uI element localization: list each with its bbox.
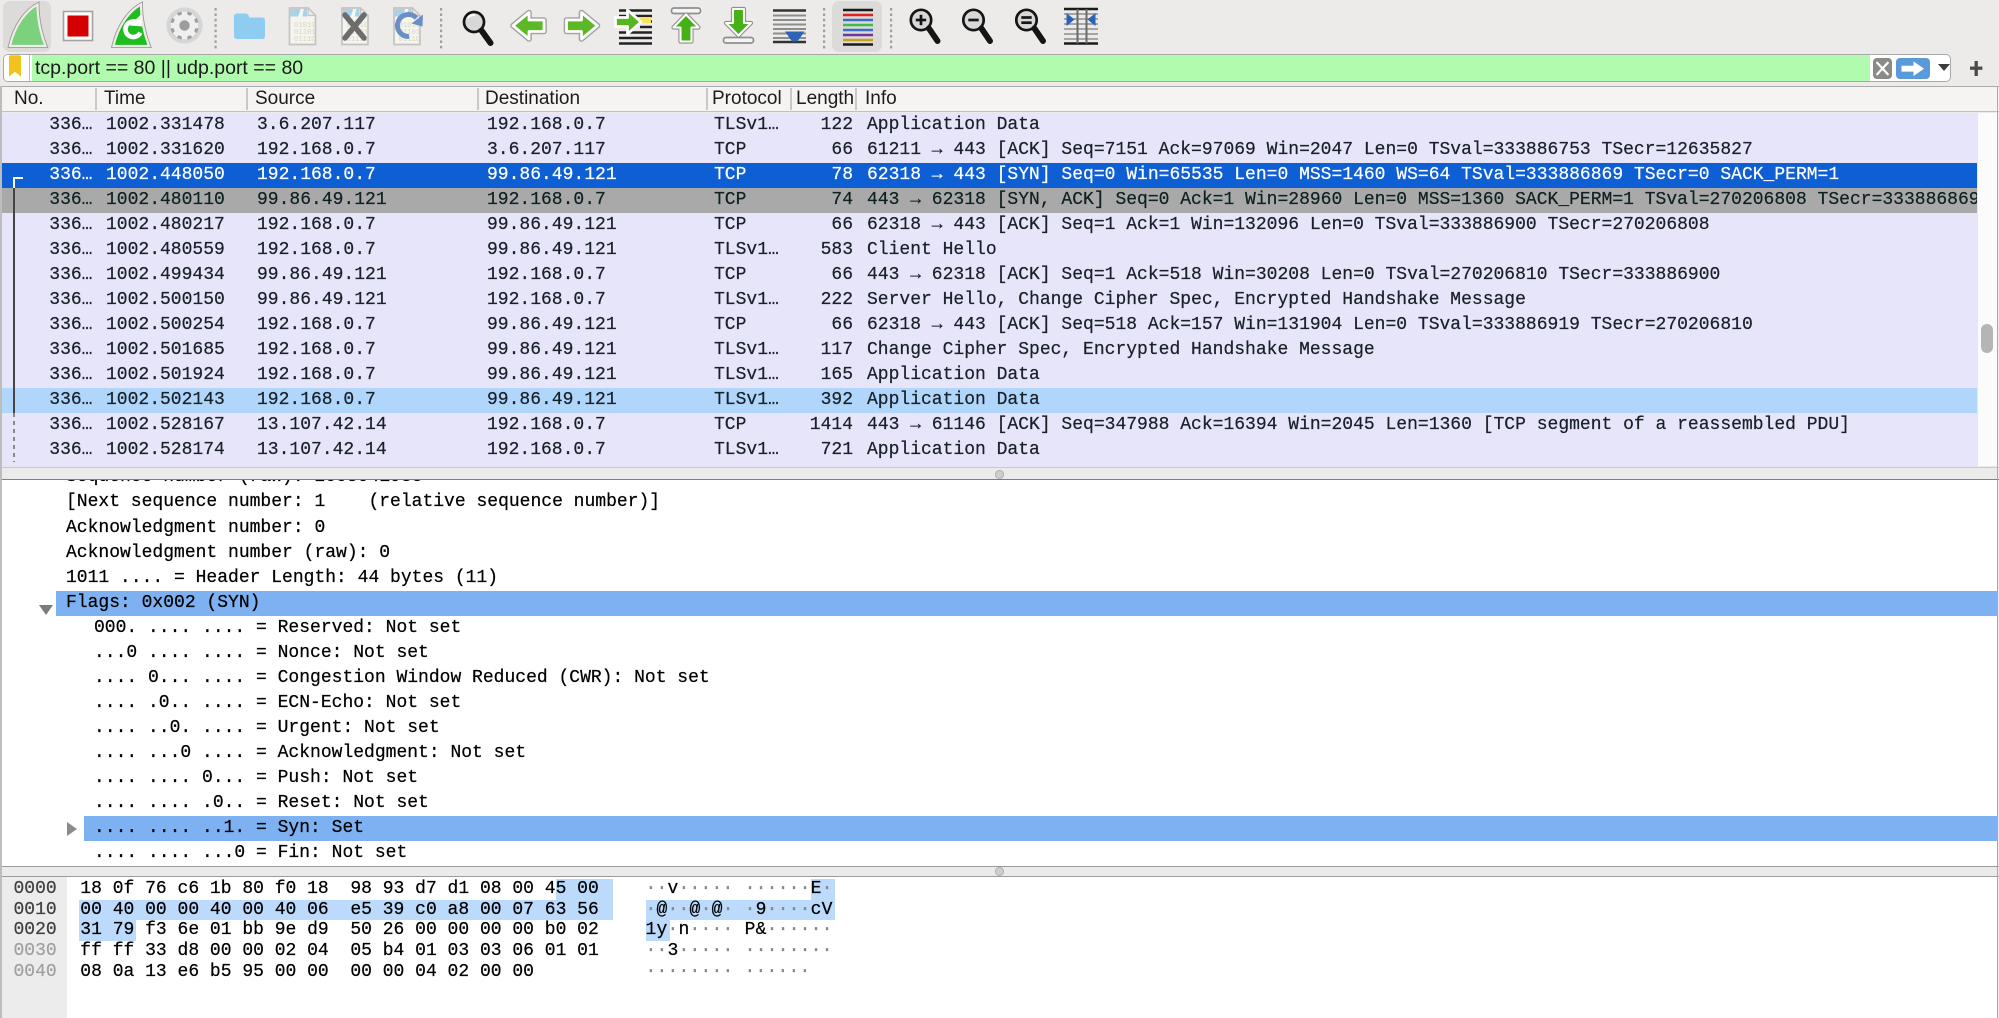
svg-text:01110: 01110 (294, 36, 316, 44)
